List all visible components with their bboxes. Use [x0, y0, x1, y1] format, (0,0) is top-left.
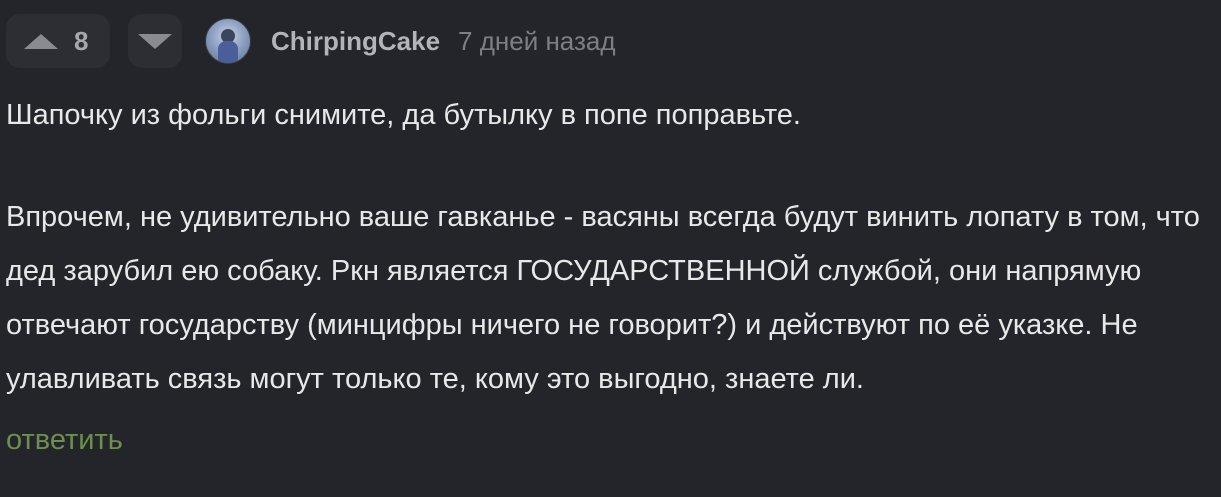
avatar-body: [218, 41, 238, 63]
comment-header: 8 ChirpingCake 7 дней назад: [6, 14, 616, 68]
comment-paragraph: Шапочку из фольги снимите, да бутылку в …: [6, 99, 801, 131]
username-link[interactable]: ChirpingCake: [271, 26, 440, 57]
comment-paragraph: Впрочем, не удивительно ваше гавканье - …: [6, 201, 1200, 395]
arrow-up-icon: [24, 33, 58, 49]
vote-controls: 8: [6, 14, 182, 68]
comment-timestamp: 7 дней назад: [458, 25, 616, 56]
arrow-down-icon: [138, 33, 172, 49]
downvote-button[interactable]: [128, 14, 182, 68]
comment-text: Шапочку из фольги снимите, да бутылку в …: [6, 88, 1211, 406]
reply-link[interactable]: ответить: [6, 418, 123, 462]
vote-count: 8: [74, 25, 89, 56]
upvote-button[interactable]: 8: [6, 14, 110, 68]
avatar[interactable]: [205, 18, 251, 64]
